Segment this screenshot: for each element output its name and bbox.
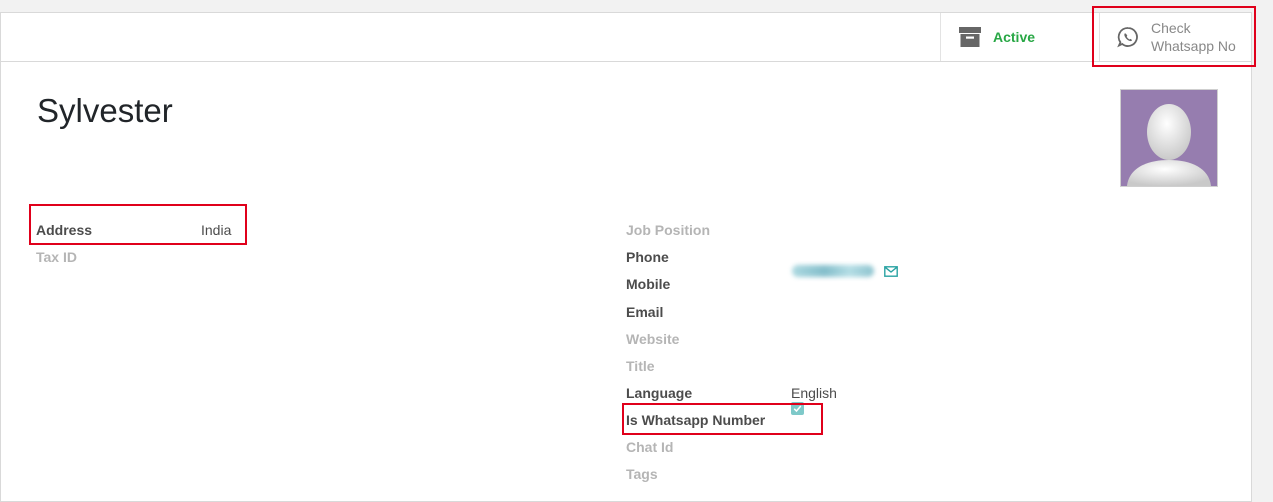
mobile-value-blurred[interactable] (792, 265, 874, 277)
tags-label: Tags (626, 466, 658, 482)
address-value[interactable]: India (201, 222, 231, 238)
chat-id-label: Chat Id (626, 439, 674, 455)
check-whatsapp-button[interactable]: Check Whatsapp No (1099, 13, 1253, 61)
mobile-label: Mobile (626, 276, 671, 292)
record-name[interactable]: Sylvester (37, 92, 173, 130)
avatar-placeholder-icon (1127, 104, 1211, 186)
email-label: Email (626, 304, 664, 320)
avatar[interactable] (1120, 89, 1218, 187)
language-label: Language (626, 385, 693, 401)
check-whatsapp-label: Check Whatsapp No (1151, 19, 1236, 55)
is-whatsapp-checkbox[interactable] (791, 402, 804, 415)
active-label: Active (993, 29, 1036, 45)
checkmark-icon (793, 405, 802, 413)
tax-id-label: Tax ID (36, 249, 77, 265)
language-value[interactable]: English (791, 385, 837, 401)
phone-label: Phone (626, 249, 669, 265)
active-toggle-button[interactable]: Active (940, 13, 1092, 61)
archive-icon (959, 27, 981, 47)
button-box: Active Check Whatsapp No (1, 13, 1251, 62)
check-whatsapp-line1: Check (1151, 20, 1191, 36)
send-sms-icon[interactable] (884, 266, 898, 277)
job-position-label: Job Position (626, 222, 710, 238)
whatsapp-icon (1117, 27, 1138, 48)
title-label: Title (626, 358, 655, 374)
address-label: Address (36, 222, 93, 238)
website-label: Website (626, 331, 680, 347)
check-whatsapp-line2: Whatsapp No (1151, 38, 1236, 54)
is-whatsapp-label: Is Whatsapp Number (626, 412, 766, 428)
